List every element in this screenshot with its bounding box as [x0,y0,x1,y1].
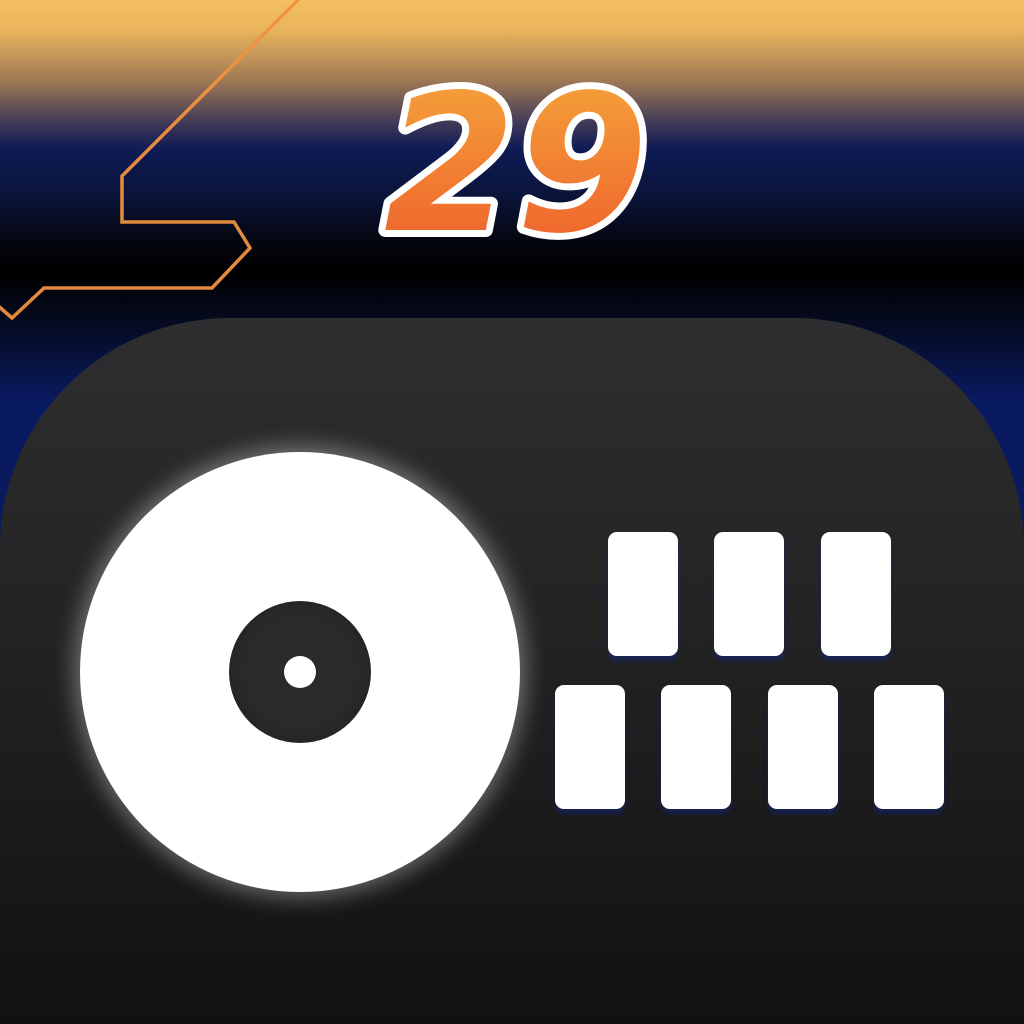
pad-bottom-2 [661,685,731,809]
turntable-center-label [229,601,371,743]
turntable-spindle [284,656,316,688]
app-icon: 29 29 [0,0,1024,1024]
pad-bottom-4 [874,685,944,809]
pad-bottom-3 [768,685,838,809]
pad-bottom-1 [555,685,625,809]
pad-top-2 [714,532,784,656]
orange-glow-line [0,0,301,321]
version-number-badge: 29 29 [377,58,655,258]
pad-top-3 [821,532,891,656]
version-number: 29 [384,58,648,258]
turntable-icon [80,452,520,892]
pad-top-1 [608,532,678,656]
